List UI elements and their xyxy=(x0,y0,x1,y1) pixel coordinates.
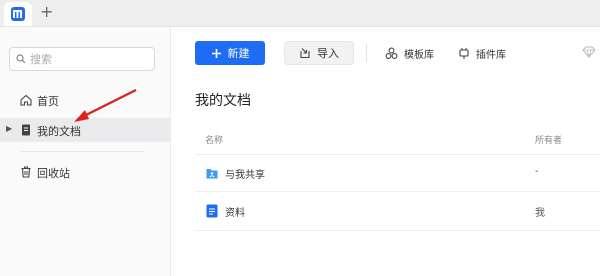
app-tab[interactable] xyxy=(4,2,32,26)
sidebar-item-label: 首页 xyxy=(37,95,59,108)
plugins-label: 插件库 xyxy=(476,49,506,61)
column-header-owner[interactable]: 所有者 xyxy=(535,133,562,146)
app-logo-icon xyxy=(11,7,25,21)
import-button-label: 导入 xyxy=(317,47,339,60)
templates-icon xyxy=(385,47,398,59)
table-row[interactable]: 资料 我 xyxy=(195,193,600,229)
expand-caret-icon[interactable]: ▶ xyxy=(6,124,12,133)
diamond-icon[interactable] xyxy=(582,46,596,58)
search-icon xyxy=(16,54,26,64)
home-icon xyxy=(20,94,32,106)
row-divider xyxy=(195,191,600,192)
new-button-label: 新建 xyxy=(227,47,250,60)
column-header-name[interactable]: 名称 xyxy=(205,133,223,146)
templates-button[interactable]: 模板库 xyxy=(385,41,434,65)
row-name: 资料 xyxy=(225,208,245,219)
sidebar: 首页 ▶ 我的文档 回收站 xyxy=(0,27,171,276)
row-name: 与我共享 xyxy=(225,170,265,181)
sidebar-item-my-docs[interactable]: ▶ 我的文档 xyxy=(0,118,170,142)
new-tab-button[interactable]: + xyxy=(40,3,53,21)
document-icon xyxy=(22,124,30,136)
search-input[interactable] xyxy=(30,52,140,66)
plugins-button[interactable]: 插件库 xyxy=(458,41,506,65)
templates-label: 模板库 xyxy=(404,49,434,61)
trash-icon xyxy=(21,166,31,178)
shared-folder-icon xyxy=(206,169,218,179)
new-button[interactable]: 新建 xyxy=(195,41,265,65)
sidebar-item-trash[interactable]: 回收站 xyxy=(0,160,170,184)
row-divider xyxy=(195,230,600,231)
import-icon xyxy=(300,48,310,59)
plus-icon xyxy=(211,48,221,58)
sidebar-item-label: 回收站 xyxy=(37,167,70,180)
import-button[interactable]: 导入 xyxy=(284,41,354,65)
sidebar-divider xyxy=(20,151,144,152)
row-owner: - xyxy=(535,166,539,177)
sidebar-item-home[interactable]: 首页 xyxy=(0,88,170,112)
row-owner: 我 xyxy=(535,208,545,219)
doc-file-icon xyxy=(206,204,218,218)
sidebar-item-label: 我的文档 xyxy=(37,125,81,138)
plugin-icon xyxy=(459,47,469,59)
tab-bar: + xyxy=(0,0,600,27)
page-title: 我的文档 xyxy=(195,93,251,109)
search-box[interactable] xyxy=(9,47,155,71)
toolbar-separator xyxy=(366,44,367,62)
table-row[interactable]: 与我共享 - xyxy=(195,155,600,191)
